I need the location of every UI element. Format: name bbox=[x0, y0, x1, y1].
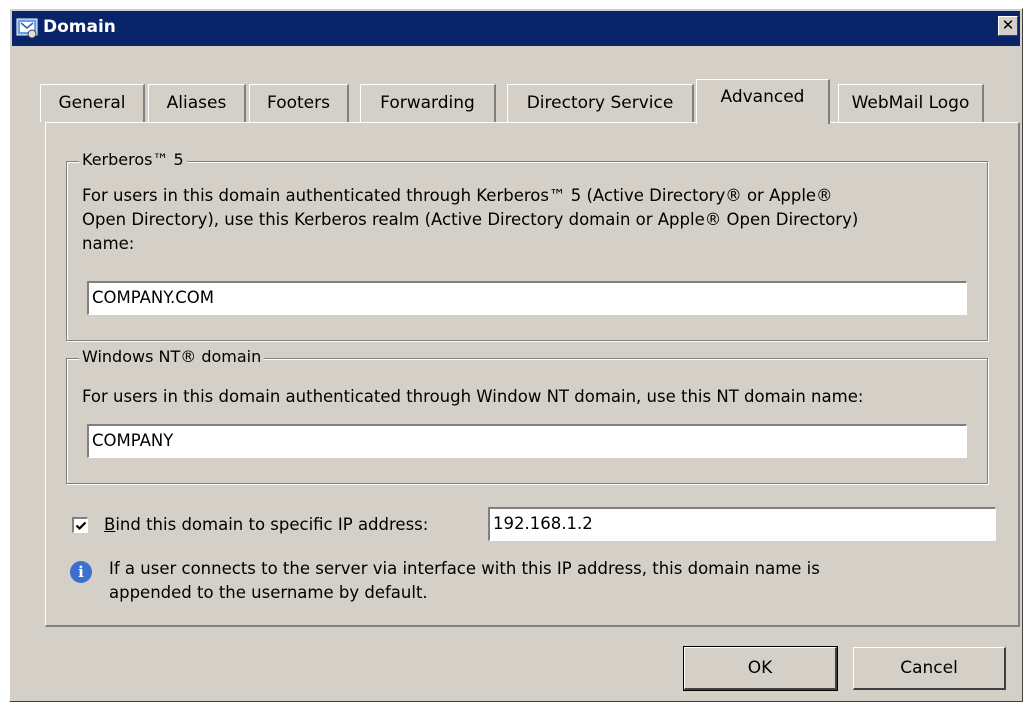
kerberos-description-line: Open Directory), use this Kerberos realm… bbox=[82, 210, 859, 229]
info-icon: i bbox=[70, 561, 92, 583]
bind-ip-address-input[interactable]: 192.168.1.2 bbox=[488, 507, 996, 541]
tab-webmail-logo[interactable]: WebMail Logo bbox=[838, 84, 984, 122]
tab-label: WebMail Logo bbox=[851, 93, 970, 113]
info-note-line: If a user connects to the server via int… bbox=[109, 559, 820, 578]
title-bar[interactable]: Domain ✕ bbox=[12, 11, 1020, 46]
kerberos-description-line: For users in this domain authenticated t… bbox=[82, 186, 833, 205]
cancel-button[interactable]: Cancel bbox=[853, 647, 1006, 690]
tab-general[interactable]: General bbox=[40, 84, 145, 122]
nt-domain-input[interactable]: COMPANY bbox=[87, 424, 967, 458]
info-note: If a user connects to the server via int… bbox=[109, 557, 989, 605]
kerberos-realm-input[interactable]: COMPANY.COM bbox=[87, 281, 967, 315]
domain-dialog: Domain ✕ General Aliases Footers Forward… bbox=[9, 8, 1023, 702]
ok-button-label: OK bbox=[747, 658, 773, 678]
kerberos-group: Kerberos™ 5 For users in this domain aut… bbox=[66, 150, 988, 341]
kerberos-description: For users in this domain authenticated t… bbox=[82, 184, 982, 256]
nt-domain-legend: Windows NT® domain bbox=[79, 347, 265, 366]
info-note-line: appended to the username by default. bbox=[109, 583, 428, 602]
advanced-tab-panel: Kerberos™ 5 For users in this domain aut… bbox=[45, 122, 1020, 627]
nt-domain-group: Windows NT® domain For users in this dom… bbox=[66, 347, 988, 484]
checkmark-icon bbox=[75, 521, 87, 531]
tab-label: Footers bbox=[267, 93, 330, 113]
bind-ip-label[interactable]: Bind this domain to specific IP address: bbox=[104, 513, 428, 537]
kerberos-description-line: name: bbox=[82, 234, 135, 253]
bind-ip-checkbox[interactable] bbox=[72, 517, 88, 533]
tab-label: Forwarding bbox=[380, 93, 475, 113]
tab-label: Aliases bbox=[166, 93, 227, 113]
cancel-button-label: Cancel bbox=[900, 658, 958, 678]
close-icon: ✕ bbox=[1001, 16, 1015, 34]
tab-forwarding[interactable]: Forwarding bbox=[360, 84, 496, 122]
tab-directory-service[interactable]: Directory Service bbox=[507, 84, 694, 122]
tab-label: Directory Service bbox=[526, 93, 674, 113]
nt-domain-description: For users in this domain authenticated t… bbox=[82, 387, 864, 406]
tab-aliases[interactable]: Aliases bbox=[148, 84, 246, 122]
close-button[interactable]: ✕ bbox=[998, 16, 1018, 36]
tab-footers[interactable]: Footers bbox=[249, 84, 349, 122]
kerberos-legend: Kerberos™ 5 bbox=[79, 150, 187, 169]
bind-ip-label-text: ind this domain to specific IP address: bbox=[115, 515, 429, 534]
tab-label: General bbox=[58, 93, 126, 113]
tab-advanced[interactable]: Advanced bbox=[696, 79, 830, 124]
bind-ip-label-accesskey: B bbox=[104, 515, 116, 534]
ok-button[interactable]: OK bbox=[683, 646, 838, 691]
window-title: Domain bbox=[43, 17, 116, 37]
tab-label: Advanced bbox=[720, 87, 805, 107]
domain-app-icon bbox=[16, 18, 38, 39]
